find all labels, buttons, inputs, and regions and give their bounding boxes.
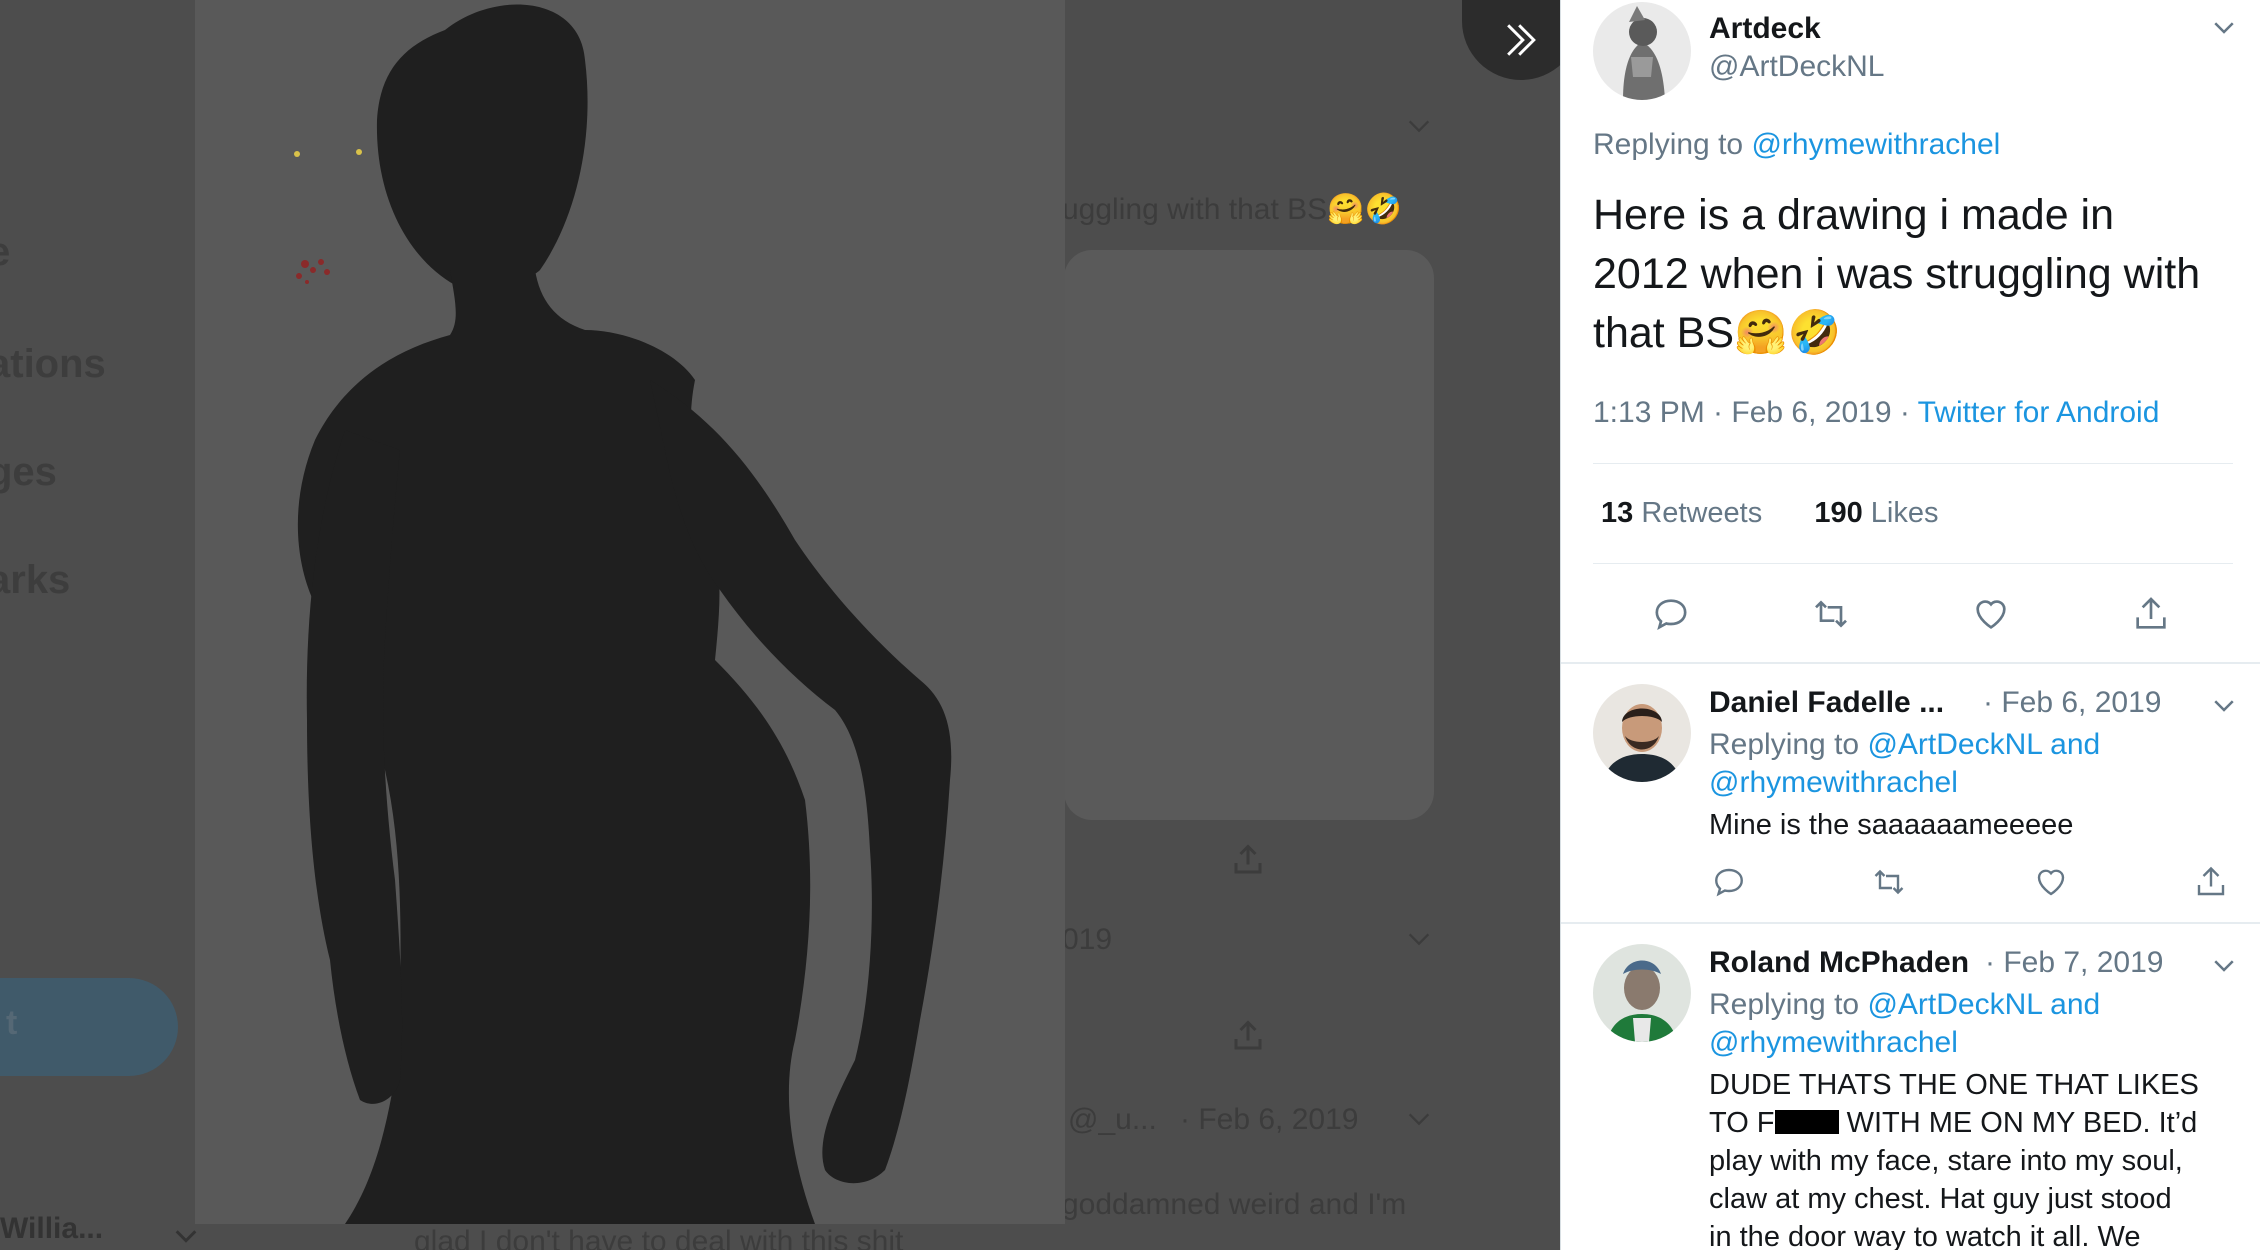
sidebar-tweet-button: t [0,978,178,1076]
reply-author-name[interactable]: Daniel Fadelle ... [1709,686,1944,720]
sidebar-item-bookmarks: arks [0,558,71,602]
tweet-timestamp: 1:13 PM · Feb 6, 2019 · Twitter for Andr… [1593,396,2160,429]
tweet-author-name[interactable]: Artdeck [1709,12,1821,46]
reply-text: DUDE THATS THE ONE THAT LIKES TO F WITH … [1709,1069,2199,1250]
reply-text: Mine is the saaaaaameeeee [1709,809,2074,841]
reply-author-name[interactable]: Roland McPhaden [1709,946,1969,980]
chevron-down-icon [1405,1105,1433,1133]
share-icon [1230,842,1266,878]
avatar[interactable] [1593,2,1691,100]
tweet-source-link[interactable]: Twitter for Android [1918,396,2160,429]
background-date-fragment: 019 [1062,923,1113,956]
account-name-fragment: Willia... [0,1212,104,1245]
background-date-fragment: · Feb 6, 2019 [1180,1103,1359,1136]
background-tweet-text: glad I don't have to deal with this shit [414,1225,904,1250]
redaction-bar [1774,1110,1839,1134]
reply-date[interactable]: · Feb 7, 2019 [1985,946,2163,980]
likes-stat[interactable]: 190 Likes [1814,497,1938,529]
reply-icon[interactable] [1711,864,1747,900]
retweets-stat[interactable]: 13 Retweets [1601,497,1762,529]
divider [1561,922,2260,924]
sidebar-item-fragment: e [0,230,10,275]
retweet-icon[interactable] [1871,864,1907,900]
reply-date[interactable]: · Feb 6, 2019 [1983,686,2161,720]
background-tweet-text: goddamned weird and I'm [1062,1188,1407,1221]
avatar[interactable] [1593,944,1691,1042]
replying-to-line: Replying to @ArtDeckNL and @rhymewithrac… [1709,728,2101,799]
tweet-detail-panel: Artdeck @ArtDeckNL Replying to @rhymewit… [1560,0,2260,1250]
like-heart-icon[interactable] [2033,864,2069,900]
tweet-author-handle[interactable]: @ArtDeckNL [1709,50,1885,84]
reply-icon[interactable] [1651,594,1691,634]
like-heart-icon[interactable] [1971,594,2011,634]
tweet-media-image[interactable] [195,0,1065,1224]
chevron-down-icon[interactable] [2209,950,2239,980]
background-handle-fragment: @_u... [1068,1103,1157,1136]
chevron-down-icon [172,1222,200,1250]
mention-link[interactable]: @ArtDeckNL and [1867,988,2100,1021]
retweet-icon[interactable] [1811,594,1851,634]
chevron-down-icon [1405,112,1433,140]
background-tweet-text: uggling with that BS🤗🤣 [1062,193,1402,226]
divider [1593,563,2233,564]
double-chevron-right-icon [1507,24,1536,56]
sidebar-item-notifications: ations [0,342,106,386]
avatar[interactable] [1593,684,1691,782]
mention-link[interactable]: @ArtDeckNL and [1867,728,2100,761]
emoji: 🤗🤣 [1734,309,1842,357]
sidebar-item-messages: ges [0,450,57,494]
replying-to-line: Replying to @rhymewithrachel [1593,128,2001,161]
chevron-down-icon[interactable] [2209,12,2239,42]
tweet-text: Here is a drawing i made in 2012 when i … [1593,191,2201,357]
chevron-down-icon [1405,925,1433,953]
background-media-card [1064,250,1434,820]
tweet-stats: 13 Retweets 190 Likes [1601,497,1939,530]
divider [1561,662,2260,664]
share-icon[interactable] [2131,594,2171,634]
chevron-down-icon[interactable] [2209,690,2239,720]
share-icon [1230,1018,1266,1054]
mention-link[interactable]: @rhymewithrachel [1751,128,2000,161]
divider [1593,463,2233,464]
replying-to-line: Replying to @ArtDeckNL and @rhymewithrac… [1709,988,2101,1059]
mention-link[interactable]: @rhymewithrachel [1709,1026,1958,1059]
share-icon[interactable] [2193,864,2229,900]
mention-link[interactable]: @rhymewithrachel [1709,766,1958,799]
